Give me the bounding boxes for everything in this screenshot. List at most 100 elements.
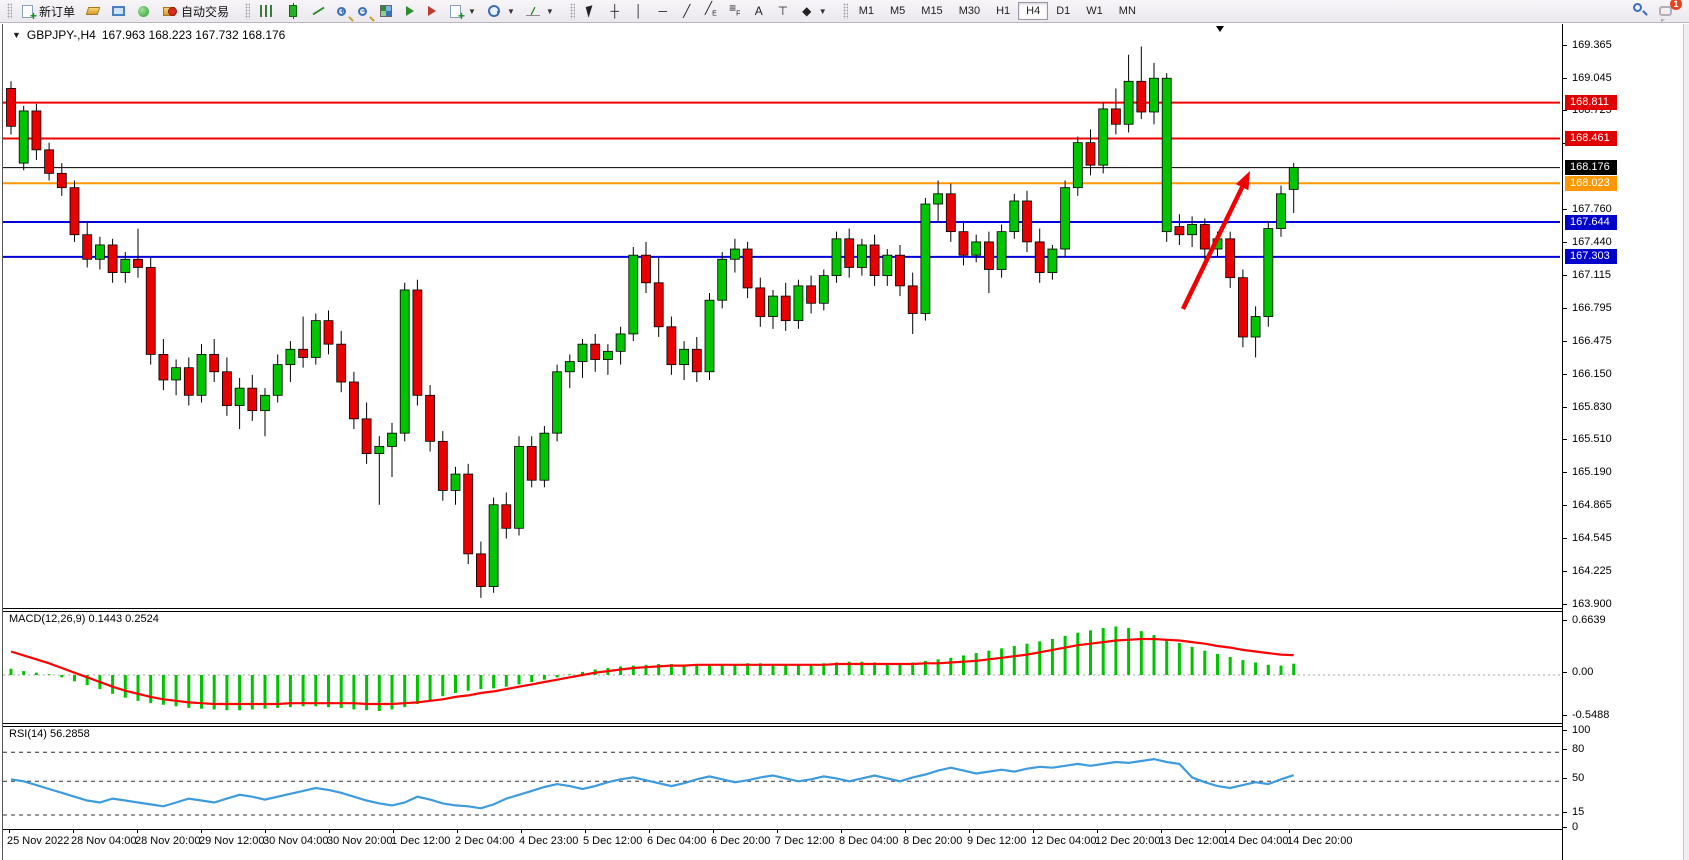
- main-toolbar: 新订单 自动交易 ▼ ▼ ▼ ┼ │ ─ ╱ ╱E ≡F A ⊤ ◆▼: [0, 0, 1689, 23]
- vertical-line-icon: │: [632, 3, 646, 19]
- time-tick: [777, 830, 778, 833]
- candle-up: [553, 372, 562, 433]
- trendline-button[interactable]: ╱: [675, 1, 699, 21]
- chevron-down-icon: ▼: [507, 7, 515, 16]
- candle-down: [654, 283, 663, 327]
- vertical-line-button[interactable]: │: [627, 1, 651, 21]
- new-order-button[interactable]: 新订单: [15, 1, 80, 22]
- zoom-in-button[interactable]: [331, 4, 352, 19]
- candle-down: [83, 235, 92, 260]
- candle-down: [222, 372, 231, 406]
- fibonacci-button[interactable]: ≡F: [723, 0, 747, 24]
- channel-button[interactable]: ╱E: [699, 0, 723, 24]
- notifications-button[interactable]: 1: [1659, 3, 1675, 19]
- price-badge-168.176: 168.176: [1565, 160, 1617, 175]
- candle-up: [730, 249, 739, 259]
- navigator-button[interactable]: [131, 2, 156, 21]
- candle-chart-button[interactable]: [280, 1, 306, 21]
- line-chart-button[interactable]: [306, 1, 331, 21]
- price-tick-167.440: 167.440: [1563, 236, 1612, 248]
- candle-down: [248, 388, 257, 411]
- timeframe-button-H4[interactable]: H4: [1018, 2, 1048, 20]
- bar-chart-button[interactable]: [253, 1, 280, 21]
- time-tick: [841, 830, 842, 833]
- candle-up: [997, 232, 1006, 270]
- market-watch-button[interactable]: [80, 1, 106, 21]
- shapes-button[interactable]: ◆▼: [795, 1, 832, 21]
- timeframe-button-H1[interactable]: H1: [988, 2, 1018, 20]
- candle-up: [451, 474, 460, 490]
- candle-down: [807, 286, 816, 303]
- periods-button[interactable]: ▼: [481, 1, 520, 21]
- auto-scroll-icon: [406, 6, 414, 16]
- text-label-button[interactable]: ⊤: [771, 1, 795, 21]
- fibonacci-icon: ≡F: [728, 0, 742, 22]
- candle-down: [146, 267, 155, 354]
- candle-up: [197, 354, 206, 395]
- text-label-icon: ⊤: [776, 3, 790, 19]
- date-label: 28 Nov 04:00: [71, 835, 136, 847]
- date-label: 9 Dec 12:00: [967, 835, 1026, 847]
- price-tick-165.830: 165.830: [1563, 401, 1612, 413]
- candle-up: [19, 111, 28, 163]
- chart-shift-button[interactable]: [421, 1, 443, 21]
- search-button[interactable]: [1633, 3, 1649, 19]
- price-axis[interactable]: 169.365169.045168.725168.405167.760167.4…: [1562, 24, 1689, 860]
- candle-down: [959, 232, 968, 256]
- price-tick-165.190: 165.190: [1563, 466, 1612, 478]
- chart-shift-marker-icon[interactable]: [1216, 26, 1224, 32]
- indicators-button[interactable]: ▼: [520, 2, 559, 21]
- timeframe-button-M15[interactable]: M15: [913, 2, 950, 20]
- new-chart-button[interactable]: ▼: [443, 2, 481, 21]
- candle-down: [1200, 224, 1209, 249]
- line-chart-icon: [312, 7, 324, 16]
- crosshair-button[interactable]: ┼: [603, 1, 627, 21]
- candle-down: [743, 249, 752, 288]
- candle-up: [857, 245, 866, 268]
- time-tick: [457, 830, 458, 833]
- toolbar-grip: [843, 3, 848, 19]
- toolbar-grip: [570, 3, 575, 19]
- macd-pane[interactable]: MACD(12,26,9) 0.1443 0.2524: [3, 611, 1562, 724]
- candle-up: [565, 362, 574, 372]
- price-badge-168.023: 168.023: [1565, 176, 1617, 191]
- time-tick: [73, 830, 74, 833]
- candle-down: [502, 505, 511, 529]
- text-button[interactable]: A: [747, 1, 771, 21]
- date-label: 13 Dec 12:00: [1159, 835, 1224, 847]
- rsi-tick-50: 50: [1563, 772, 1584, 784]
- tile-windows-button[interactable]: [373, 1, 399, 21]
- auto-scroll-button[interactable]: [399, 1, 421, 21]
- rsi-pane[interactable]: RSI(14) 56.2858: [3, 726, 1562, 830]
- signal-icon: [138, 6, 149, 17]
- auto-trading-button[interactable]: 自动交易: [156, 1, 234, 22]
- candle-up: [261, 395, 270, 410]
- timeframe-button-M5[interactable]: M5: [882, 2, 913, 20]
- chat-bubble-icon: [1659, 6, 1672, 16]
- candle-down: [896, 255, 905, 286]
- data-window-button[interactable]: [106, 2, 131, 20]
- ohlc-bars-icon: [260, 5, 273, 17]
- cursor-button[interactable]: [578, 2, 603, 21]
- timeframe-button-M1[interactable]: M1: [851, 2, 882, 20]
- zoom-out-button[interactable]: [352, 4, 373, 19]
- price-badge-167.303: 167.303: [1565, 249, 1617, 264]
- time-axis[interactable]: 25 Nov 202228 Nov 04:0028 Nov 20:0029 No…: [3, 830, 1562, 860]
- candle-up: [1162, 78, 1171, 231]
- candle-up: [1061, 188, 1070, 249]
- timeframe-button-M30[interactable]: M30: [951, 2, 988, 20]
- candle-up: [1010, 201, 1019, 232]
- auto-trading-icon: [163, 7, 175, 16]
- candle-down: [159, 354, 168, 380]
- timeframe-button-D1[interactable]: D1: [1048, 2, 1078, 20]
- time-tick: [1097, 830, 1098, 833]
- timeframe-button-MN[interactable]: MN: [1111, 2, 1144, 20]
- timeframe-toolbar: M1M5M15M30H1H4D1W1MN: [836, 0, 1148, 22]
- date-label: 30 Nov 20:00: [327, 835, 392, 847]
- timeframe-button-W1[interactable]: W1: [1078, 2, 1111, 20]
- rsi-line: [11, 759, 1294, 808]
- price-chart-pane[interactable]: ▼ GBPJPY-,H4 167.963 168.223 167.732 168…: [3, 24, 1562, 609]
- price-tick-166.475: 166.475: [1563, 335, 1612, 347]
- candle-up: [832, 239, 841, 276]
- horizontal-line-button[interactable]: ─: [651, 1, 675, 21]
